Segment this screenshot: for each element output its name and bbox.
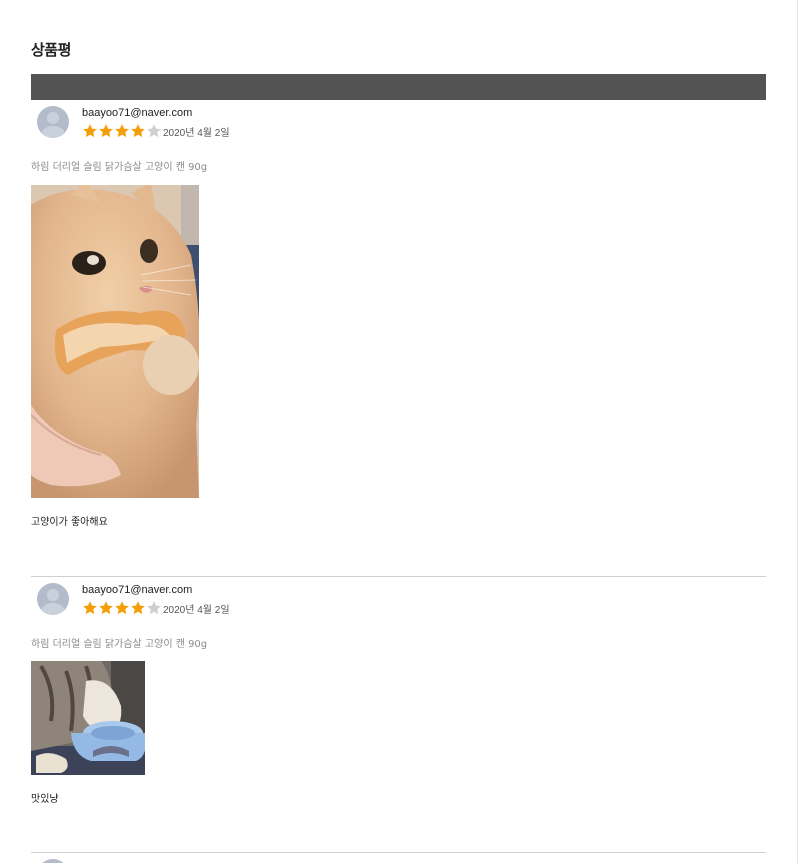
product-reviews-page: 상품평 baayoo71@naver.com 2020년 4월 2일 하림 더리… xyxy=(0,0,798,863)
star-empty-icon xyxy=(147,124,161,138)
product-name: 하림 더리얼 슬림 닭가슴살 고양이 캔 90g xyxy=(31,639,208,650)
star-empty-icon xyxy=(147,601,161,615)
review-date: 2020년 4월 2일 xyxy=(163,604,230,616)
product-name: 하림 더리얼 슬림 닭가슴살 고양이 캔 90g xyxy=(31,162,208,173)
star-filled-icon xyxy=(131,124,145,138)
review-photo[interactable] xyxy=(31,185,199,498)
review-comment: 고양이가 좋아해요 xyxy=(31,517,108,528)
star-filled-icon xyxy=(83,601,97,615)
review-date: 2020년 4월 2일 xyxy=(163,127,230,139)
cat-eating-from-bowl-photo xyxy=(31,661,145,775)
star-filled-icon xyxy=(131,601,145,615)
star-rating xyxy=(82,123,162,139)
star-filled-icon xyxy=(115,601,129,615)
review-comment: 맛있냥 xyxy=(31,794,59,805)
star-filled-icon xyxy=(99,124,113,138)
review-item xyxy=(31,852,766,863)
review-author: baayoo71@naver.com xyxy=(82,107,193,119)
review-item: baayoo71@naver.com 2020년 4월 2일 하림 더리얼 슬림… xyxy=(31,576,766,854)
rating-row: 2020년 4월 2일 xyxy=(82,599,230,617)
star-rating xyxy=(82,600,162,616)
avatar xyxy=(37,859,69,863)
cat-eating-bread-photo xyxy=(31,185,199,498)
review-author: baayoo71@naver.com xyxy=(82,584,193,596)
review-item: baayoo71@naver.com 2020년 4월 2일 하림 더리얼 슬림… xyxy=(31,100,766,576)
avatar xyxy=(37,583,69,615)
reviews-header-bar xyxy=(31,74,766,100)
review-photo[interactable] xyxy=(31,661,145,775)
avatar xyxy=(37,106,69,138)
star-filled-icon xyxy=(99,601,113,615)
star-filled-icon xyxy=(115,124,129,138)
rating-row: 2020년 4월 2일 xyxy=(82,122,230,140)
star-filled-icon xyxy=(83,124,97,138)
section-title: 상품평 xyxy=(31,41,71,59)
